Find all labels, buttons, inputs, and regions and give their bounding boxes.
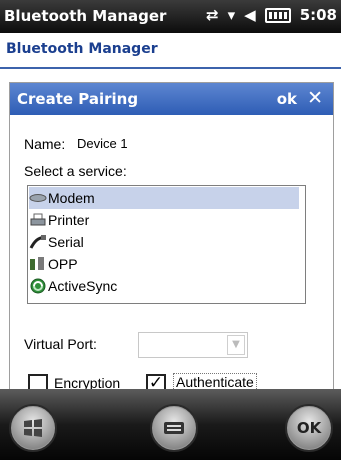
service-label-serial: Serial — [48, 234, 84, 250]
dialog-titlebar: Create Pairing ok ✕ — [10, 83, 333, 115]
signal-icon[interactable]: ▾ — [228, 6, 236, 24]
dialog-ok-button[interactable]: ok — [277, 90, 297, 108]
start-button[interactable] — [9, 404, 57, 452]
name-label: Name: — [24, 136, 66, 152]
volume-icon[interactable]: ◀ — [244, 6, 256, 24]
chevron-down-icon[interactable]: ▼ — [227, 335, 245, 355]
keyboard-button[interactable] — [150, 404, 198, 452]
create-pairing-dialog: Create Pairing ok ✕ Name: Device 1 Selec… — [9, 82, 334, 398]
page-title: Bluetooth Manager — [6, 41, 158, 57]
modem-icon — [29, 190, 47, 206]
dialog-title: Create Pairing — [17, 90, 139, 108]
app-title: Bluetooth Manager — [4, 7, 167, 25]
close-icon[interactable]: ✕ — [307, 87, 323, 109]
virtual-port-label: Virtual Port: — [24, 336, 97, 352]
status-icons: ⇄ ▾ ◀ 5:08 — [206, 6, 337, 24]
service-label-activesync: ActiveSync — [48, 278, 118, 294]
clock[interactable]: 5:08 — [300, 6, 337, 24]
service-item-serial[interactable]: Serial — [29, 231, 84, 253]
service-label-opp: OPP — [48, 256, 78, 272]
service-label-modem: Modem — [48, 190, 95, 206]
virtual-port-select[interactable]: ▼ — [138, 332, 248, 358]
service-item-opp[interactable]: OPP — [29, 253, 78, 275]
service-list[interactable]: Modem Printer Serial OPP ActiveSync — [27, 185, 306, 304]
service-item-printer[interactable]: Printer — [29, 209, 89, 231]
service-item-activesync[interactable]: ActiveSync — [29, 275, 117, 297]
keyboard-icon — [164, 422, 184, 434]
device-name-value: Device 1 — [77, 136, 128, 151]
service-label: Select a service: — [24, 163, 127, 179]
printer-icon — [29, 212, 47, 228]
app-header: Bluetooth Manager — [0, 33, 341, 69]
service-label-printer: Printer — [48, 212, 90, 228]
activesync-icon — [29, 278, 47, 294]
opp-icon — [29, 256, 47, 272]
battery-icon[interactable] — [264, 7, 291, 23]
windows-logo-icon — [24, 419, 42, 437]
ok-softkey[interactable]: OK — [285, 404, 333, 452]
service-item-modem[interactable]: Modem — [29, 187, 299, 209]
serial-cable-icon — [29, 234, 47, 250]
status-bar: Bluetooth Manager ⇄ ▾ ◀ 5:08 — [0, 0, 341, 33]
sync-icon[interactable]: ⇄ — [206, 6, 219, 24]
